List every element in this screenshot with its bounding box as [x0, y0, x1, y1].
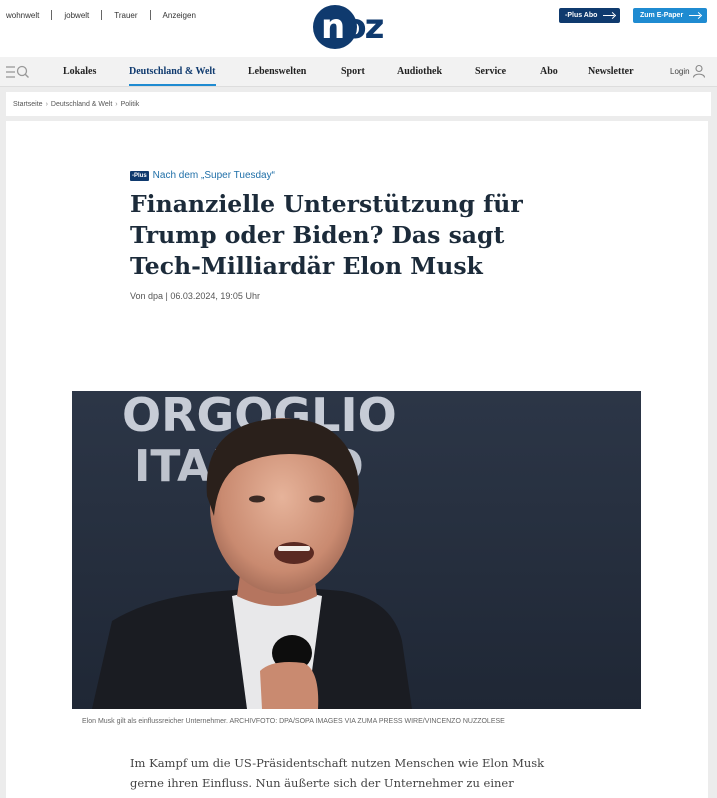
article-headline: Finanzielle Unterstützung für Trump oder…	[130, 190, 523, 280]
nav-item-service[interactable]: Service	[475, 66, 506, 77]
nav-item-newsletter[interactable]: Newsletter	[588, 66, 634, 77]
divider	[101, 10, 103, 20]
epaper-button[interactable]: Zum E-Paper	[633, 8, 707, 23]
user-icon[interactable]	[692, 64, 706, 78]
nav-item-sport[interactable]: Sport	[341, 66, 365, 77]
top-link-anzeigen[interactable]: Anzeigen	[163, 11, 196, 20]
breadcrumb: Startseite › Deutschland & Welt › Politi…	[6, 92, 711, 116]
article-card: -Plus Nach dem „Super Tuesday“ Finanziel…	[6, 121, 708, 798]
article-lead: Im Kampf um die US-Präsidentschaft nutze…	[130, 756, 545, 790]
chevron-right-icon: ›	[45, 100, 48, 108]
main-nav: Lokales Deutschland & Welt Lebenswelten …	[0, 57, 717, 87]
logo-text: noz	[321, 7, 384, 47]
breadcrumb-politik[interactable]: Politik	[121, 101, 140, 108]
breadcrumb-deutschland-welt[interactable]: Deutschland & Welt	[51, 101, 112, 108]
menu-search-icon[interactable]	[6, 65, 30, 79]
breadcrumb-startseite[interactable]: Startseite	[13, 101, 43, 108]
divider	[149, 10, 151, 20]
article-byline: Von dpa | 06.03.2024, 19:05 Uhr	[130, 291, 260, 301]
top-bar: wohnwelt jobwelt Trauer Anzeigen noz -Pl…	[0, 0, 717, 57]
nav-item-deutschland-welt[interactable]: Deutschland & Welt	[129, 66, 216, 86]
article-photo[interactable]: ORGOGLIO ITALIANO	[72, 391, 641, 709]
divider	[51, 10, 53, 20]
login-link[interactable]: Login	[670, 67, 690, 76]
top-link-wohnwelt[interactable]: wohnwelt	[6, 11, 39, 20]
arrow-right-icon	[603, 12, 616, 20]
image-caption: Elon Musk gilt als einflussreicher Unter…	[82, 718, 505, 725]
elon-musk-photo: ORGOGLIO ITALIANO	[72, 391, 641, 709]
kicker-text: Nach dem „Super Tuesday“	[152, 170, 275, 181]
epaper-label: Zum E-Paper	[640, 12, 684, 19]
nav-item-lokales[interactable]: Lokales	[63, 66, 96, 77]
nav-item-abo[interactable]: Abo	[540, 66, 558, 77]
top-link-trauer[interactable]: Trauer	[114, 11, 137, 20]
top-links: wohnwelt jobwelt Trauer Anzeigen	[6, 10, 196, 20]
plus-badge: -Plus	[130, 170, 149, 181]
top-link-jobwelt[interactable]: jobwelt	[64, 11, 89, 20]
plus-abo-button[interactable]: -Plus Abo	[559, 8, 620, 23]
nav-item-lebenswelten[interactable]: Lebenswelten	[248, 66, 306, 77]
article-kicker: -Plus Nach dem „Super Tuesday“	[130, 170, 275, 181]
arrow-right-icon	[689, 12, 702, 20]
nav-item-audiothek[interactable]: Audiothek	[397, 66, 442, 77]
noz-logo[interactable]: noz	[313, 5, 393, 49]
chevron-right-icon: ›	[115, 100, 118, 108]
plus-abo-label: -Plus Abo	[565, 12, 598, 19]
